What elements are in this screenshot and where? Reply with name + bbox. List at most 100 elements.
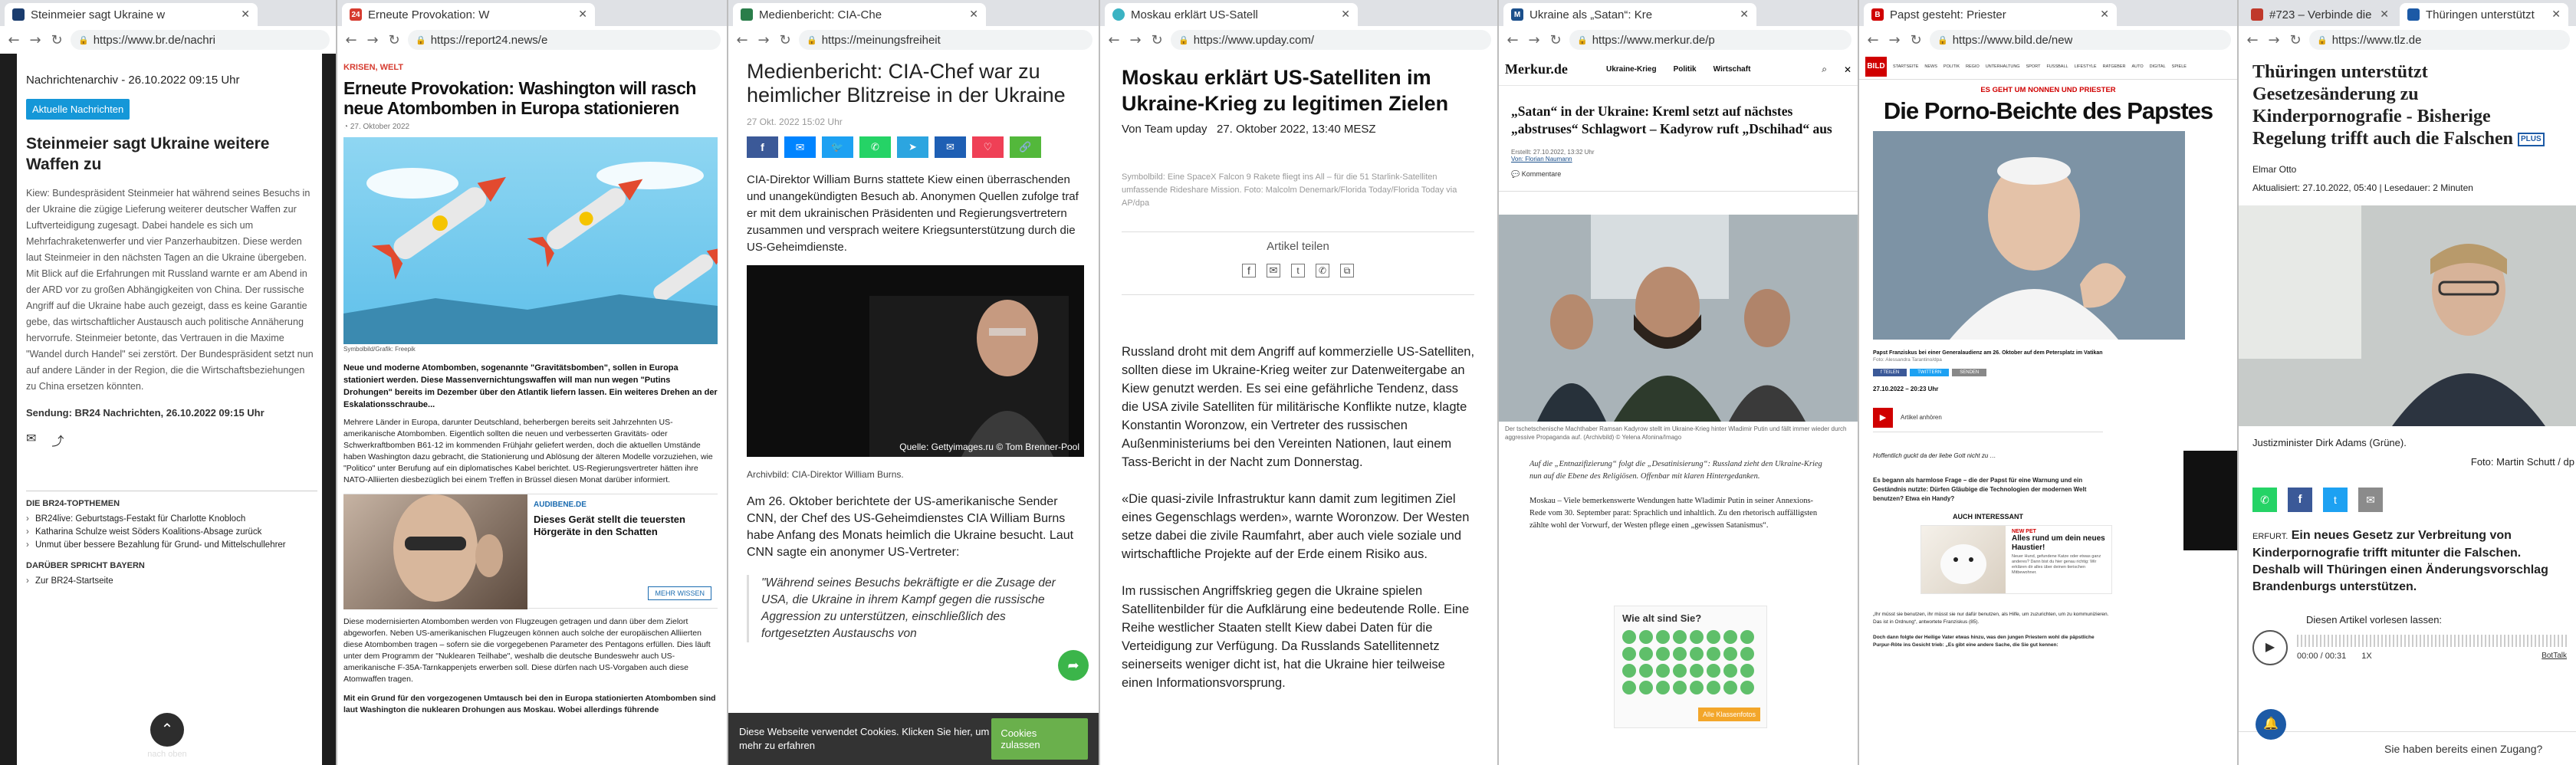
facebook-share-icon[interactable]: f [2288,488,2312,512]
quiz-cell[interactable] [1723,664,1737,678]
twitter-share-icon[interactable]: t [1291,264,1305,277]
quiz-cell[interactable] [1639,630,1653,644]
nav-item[interactable]: POLITIK [1944,64,1960,69]
back-icon[interactable]: ← [734,32,750,48]
telegram-share-icon[interactable]: ➤ [897,136,928,158]
forward-icon[interactable]: → [756,32,771,48]
nav-item[interactable]: Politik [1674,65,1697,74]
close-tab-icon[interactable]: ✕ [578,8,587,21]
quiz-cell[interactable] [1639,647,1653,661]
nav-item[interactable]: SPORT [2026,64,2041,69]
reload-icon[interactable]: ↻ [2288,32,2303,48]
speed-button[interactable]: 1X [2361,652,2371,661]
back-icon[interactable]: ← [343,32,359,48]
address-bar[interactable]: 🔒 https://www.upday.com/ [1171,30,1491,50]
close-tab-icon[interactable]: ✕ [241,8,250,21]
nav-item[interactable]: FUSSBALL [2046,64,2068,69]
quiz-cell[interactable] [1622,664,1636,678]
list-item[interactable]: › Unmut über bessere Bezahlung für Grund-… [26,539,317,552]
quiz-cell[interactable] [1622,630,1636,644]
article-author[interactable]: Elmar Otto [2252,164,2576,175]
quiz-cell[interactable] [1656,681,1670,694]
copy-link-icon[interactable]: ⧉ [1340,264,1354,277]
twitter-share-icon[interactable]: 🐦 [822,136,853,158]
nav-item[interactable]: RATGEBER [2103,64,2126,69]
play-icon[interactable]: ▶ [2252,630,2288,665]
notification-bell-icon[interactable]: 🔔 [2256,709,2286,740]
address-bar[interactable]: 🔒 https://www.bild.de/new [1930,30,2231,50]
quiz-cell[interactable] [1656,647,1670,661]
browser-tab[interactable]: Medienbericht: CIA-Che ✕ [733,3,986,26]
back-icon[interactable]: ← [6,32,21,48]
back-icon[interactable]: ← [1505,32,1520,48]
whatsapp-share-icon[interactable]: ✆ [1316,264,1329,277]
browser-tab[interactable]: Steinmeier sagt Ukraine w ✕ [5,3,258,26]
forward-icon[interactable]: → [2266,32,2282,48]
quiz-cell[interactable] [1673,664,1687,678]
comments-link[interactable]: Kommentare [1522,170,1562,178]
quiz-cell[interactable] [1656,630,1670,644]
list-item[interactable]: › BR24live: Geburtstags-Festakt für Charl… [26,513,317,526]
forward-icon[interactable]: → [1887,32,1902,48]
quiz-cell[interactable] [1639,681,1653,694]
search-icon[interactable]: ⌕ [1822,64,1827,75]
forward-icon[interactable]: → [365,32,380,48]
browser-tab-inactive[interactable]: #723 – Verbinde die P ✕ [2243,3,2397,26]
email-share-button[interactable]: SENDEN [1952,369,1987,376]
address-bar[interactable]: 🔒 https://www.tlz.de [2309,30,2570,50]
browser-tab[interactable]: Thüringen unterstützt ✕ [2400,3,2568,26]
nav-item[interactable]: DIGITAL [2150,64,2166,69]
article-author[interactable]: Von: Florian Naumann [1511,156,1845,163]
reload-icon[interactable]: ↻ [1548,32,1563,48]
quiz-cell[interactable] [1673,681,1687,694]
facebook-share-icon[interactable]: f [1242,264,1256,277]
quiz-cell[interactable] [1723,647,1737,661]
address-bar[interactable]: 🔒 https://www.br.de/nachri [71,30,330,50]
quiz-cell[interactable] [1707,647,1720,661]
reload-icon[interactable]: ↻ [777,32,793,48]
copy-link-icon[interactable]: 🔗 [1010,136,1041,158]
chat-fab-icon[interactable]: ➦ [1058,650,1089,681]
quiz-cell[interactable] [1723,681,1737,694]
close-tab-icon[interactable]: ✕ [2551,8,2561,21]
bild-logo[interactable]: BILD [1865,56,1887,77]
quiz-cell[interactable] [1622,647,1636,661]
reload-icon[interactable]: ↻ [386,32,402,48]
advertisement[interactable]: AUDIBENE.DE Dieses Gerät stellt die teue… [343,494,718,609]
browser-tab[interactable]: Moskau erklärt US-Satell ✕ [1105,3,1358,26]
whatsapp-share-icon[interactable]: ✆ [2252,488,2277,512]
pocket-share-icon[interactable]: ♡ [972,136,1004,158]
quiz-cell[interactable] [1656,664,1670,678]
close-tab-icon[interactable]: ✕ [969,8,978,21]
reload-icon[interactable]: ↻ [1149,32,1165,48]
browser-tab[interactable]: 24 Erneute Provokation: W ✕ [342,3,595,26]
email-share-icon[interactable]: ✉ [2358,488,2383,512]
quiz-cell[interactable] [1707,630,1720,644]
cookie-accept-button[interactable]: Cookies zulassen [991,718,1088,760]
back-icon[interactable]: ← [1865,32,1881,48]
nav-item[interactable]: Ukraine-Krieg [1606,65,1657,74]
close-tab-icon[interactable]: ✕ [1740,8,1749,21]
scroll-top-button[interactable]: ⌃ [150,713,184,747]
address-bar[interactable]: 🔒 https://www.merkur.de/p [1569,30,1852,50]
messenger-share-icon[interactable]: ✉ [784,136,816,158]
quiz-cell[interactable] [1740,647,1754,661]
reload-icon[interactable]: ↻ [1908,32,1924,48]
audio-player[interactable]: ▶ 00:00 / 00:31 1X BotTalk [2252,630,2567,665]
quiz-cell[interactable] [1723,630,1737,644]
quiz-cell[interactable] [1673,647,1687,661]
category-kicker[interactable]: KRISEN, WELT [343,63,727,72]
quiz-cell[interactable] [1740,664,1754,678]
ad-cta-button[interactable]: MEHR WISSEN [648,586,711,600]
quiz-cell[interactable] [1690,647,1704,661]
twitter-share-icon[interactable]: t [2323,488,2348,512]
paywall-prompt[interactable]: 🔔 Sie haben bereits einen Zugang? [2239,709,2576,765]
list-item[interactable]: › Katharina Schulze weist Söders Koalitio… [26,526,317,539]
mail-share-icon[interactable]: ✉ [26,431,36,449]
nav-item[interactable]: Wirtschaft [1714,65,1751,74]
nav-item[interactable]: UNTERHALTUNG [1986,64,2020,69]
close-tab-icon[interactable]: ✕ [2380,8,2389,21]
list-item[interactable]: › Zur BR24-Startseite [26,575,317,588]
close-icon[interactable]: ✕ [1844,64,1852,75]
address-bar[interactable]: 🔒 https://meinungsfreiheit [799,30,1092,50]
